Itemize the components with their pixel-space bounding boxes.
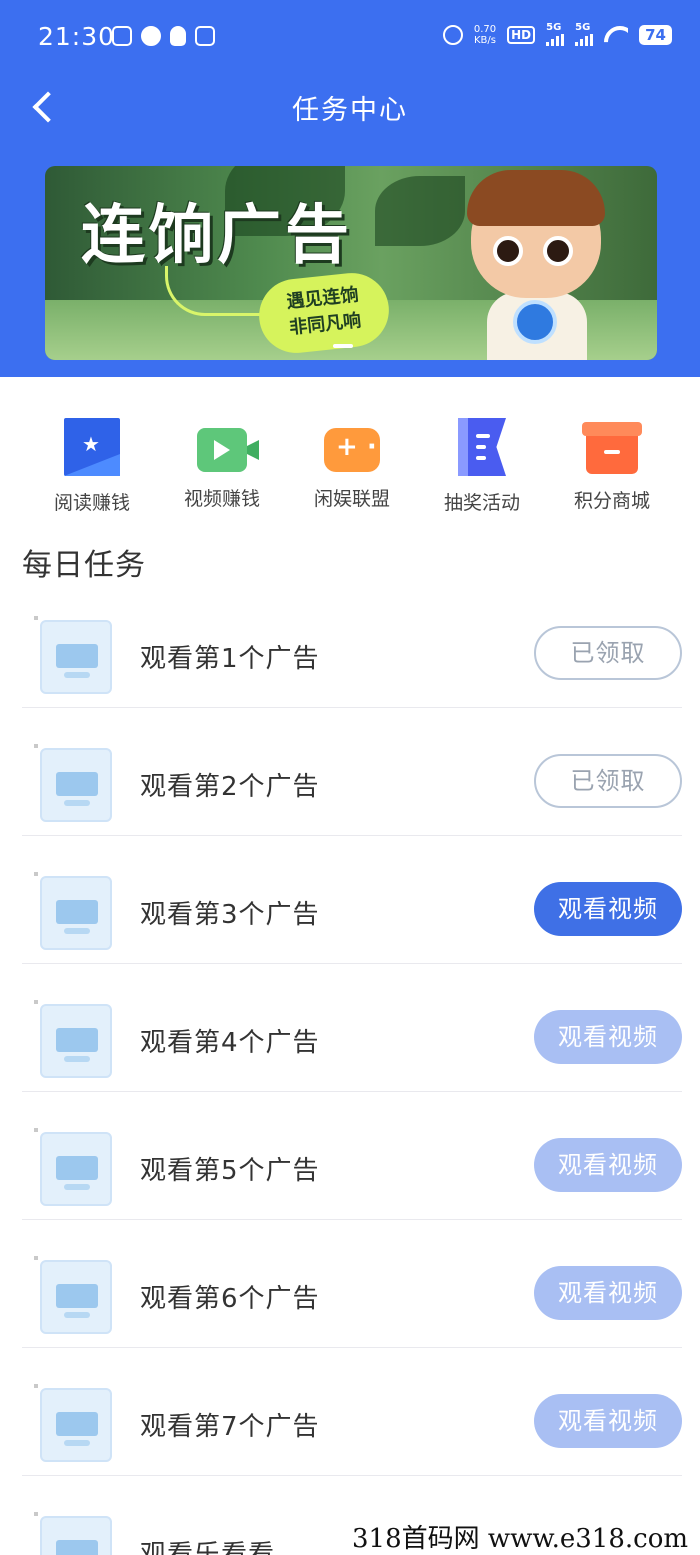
signal-icon: 5G: [546, 22, 565, 46]
signal-label: 5G: [546, 22, 562, 33]
ad-thumbnail-icon: [34, 872, 112, 950]
video-icon: [197, 428, 247, 472]
task-label: 观看第5个广告: [140, 1156, 320, 1186]
shortcut-label: 积分商城: [573, 490, 650, 512]
mascot-hair: [467, 170, 605, 226]
watch-video-button[interactable]: 观看视频: [534, 1266, 682, 1320]
task-row: 观看第3个广告 观看视频: [22, 836, 682, 964]
mascot-eye: [543, 236, 573, 266]
task-label: 观看第7个广告: [140, 1412, 320, 1442]
ad-thumbnail-icon: [34, 1256, 112, 1334]
net-speed-value: 0.70: [473, 24, 497, 35]
banner-slogan-line1: 遇见连饷: [285, 284, 360, 313]
watch-video-button[interactable]: 观看视频: [534, 1010, 682, 1064]
read-icon: ★: [64, 418, 120, 476]
lottery-icon: [458, 418, 506, 476]
shortcut-label: 视频赚钱: [183, 488, 260, 510]
banner-slogan-line2: 非同凡响: [288, 310, 363, 339]
arrow-decoration: [165, 266, 275, 316]
leaf-decoration: [375, 176, 465, 246]
page-title: 任务中心: [292, 95, 408, 126]
header: 21:30 0.70 KB/s HD 5G 5G 74 任务中心 连饷广告 遇见…: [0, 0, 700, 377]
pagination-dot-active: [333, 344, 353, 348]
wallet-icon: [195, 26, 215, 46]
task-label: 观看第2个广告: [140, 772, 320, 802]
watch-video-button[interactable]: 观看视频: [534, 1138, 682, 1192]
game-icon: [324, 428, 380, 472]
mascot-eye: [493, 236, 523, 266]
mascot-image: [457, 170, 617, 360]
task-row: 观看第5个广告 观看视频: [22, 1092, 682, 1220]
task-row: 观看第7个广告 观看视频: [22, 1348, 682, 1476]
chat-bubble-icon: [141, 26, 161, 46]
ad-thumbnail-icon: [34, 1000, 112, 1078]
notification-icons: [112, 26, 215, 46]
wifi-icon: [604, 26, 628, 44]
mascot-badge: [513, 300, 557, 344]
task-label: 观看第6个广告: [140, 1284, 320, 1314]
watch-video-button[interactable]: 观看视频: [534, 1394, 682, 1448]
battery-icon: 74: [639, 25, 672, 45]
banner-pagination: [333, 344, 353, 348]
ad-thumbnail-icon: [34, 1384, 112, 1462]
task-label: 观看第3个广告: [140, 900, 320, 930]
shortcut-video-earn[interactable]: 视频赚钱: [157, 418, 287, 523]
task-label: 观看第4个广告: [140, 1028, 320, 1058]
task-label: 观看第1个广告: [140, 644, 320, 674]
ad-thumbnail-icon: [34, 1128, 112, 1206]
shortcut-label: 闲娱联盟: [313, 488, 390, 510]
shortcut-points-shop[interactable]: 积分商城: [547, 418, 677, 523]
task-row: 观看第2个广告 已领取: [22, 708, 682, 836]
shop-icon: [582, 422, 642, 474]
site-watermark: 318首码网 www.e318.com: [348, 1518, 692, 1555]
shortcut-label: 抽奖活动: [443, 492, 520, 514]
banner-title: 连饷广告: [81, 198, 353, 273]
claimed-button[interactable]: 已领取: [534, 626, 682, 680]
shortcut-grid: ★ 阅读赚钱 视频赚钱 闲娱联盟 抽奖活动 积分商城: [0, 418, 700, 523]
task-row: 观看第1个广告 已领取: [22, 580, 682, 708]
net-speed-unit: KB/s: [473, 35, 496, 46]
shortcut-lottery[interactable]: 抽奖活动: [417, 418, 547, 523]
task-list: 观看第1个广告 已领取 观看第2个广告 已领取 观看第3个广告 观看视频 观看第…: [22, 580, 682, 1555]
net-speed: 0.70 KB/s: [474, 24, 496, 46]
claimed-button[interactable]: 已领取: [534, 754, 682, 808]
section-title: 每日任务: [22, 548, 146, 583]
ad-thumbnail-icon: [34, 744, 112, 822]
watch-video-button[interactable]: 观看视频: [534, 882, 682, 936]
task-label: 观看乐看看: [140, 1540, 276, 1555]
shortcut-game-alliance[interactable]: 闲娱联盟: [287, 418, 417, 523]
alarm-icon: [442, 25, 463, 45]
status-bar: 21:30 0.70 KB/s HD 5G 5G 74: [0, 0, 700, 75]
ad-thumbnail-icon: [34, 1512, 112, 1555]
system-status: 0.70 KB/s HD 5G 5G 74: [442, 22, 672, 46]
task-row: 观看第6个广告 观看视频: [22, 1220, 682, 1348]
nav-bar: 任务中心: [0, 80, 700, 132]
hd-icon: HD: [507, 26, 536, 44]
status-time: 21:30: [38, 22, 116, 51]
qq-icon: [170, 26, 186, 46]
ad-thumbnail-icon: [34, 616, 112, 694]
message-icon: [112, 26, 132, 46]
signal-icon-2: 5G: [575, 22, 594, 46]
task-row: 观看第4个广告 观看视频: [22, 964, 682, 1092]
promo-banner[interactable]: 连饷广告 遇见连饷 非同凡响: [45, 166, 657, 360]
shortcut-read-earn[interactable]: ★ 阅读赚钱: [27, 418, 157, 523]
shortcut-label: 阅读赚钱: [53, 492, 130, 514]
signal-label-2: 5G: [575, 22, 591, 33]
